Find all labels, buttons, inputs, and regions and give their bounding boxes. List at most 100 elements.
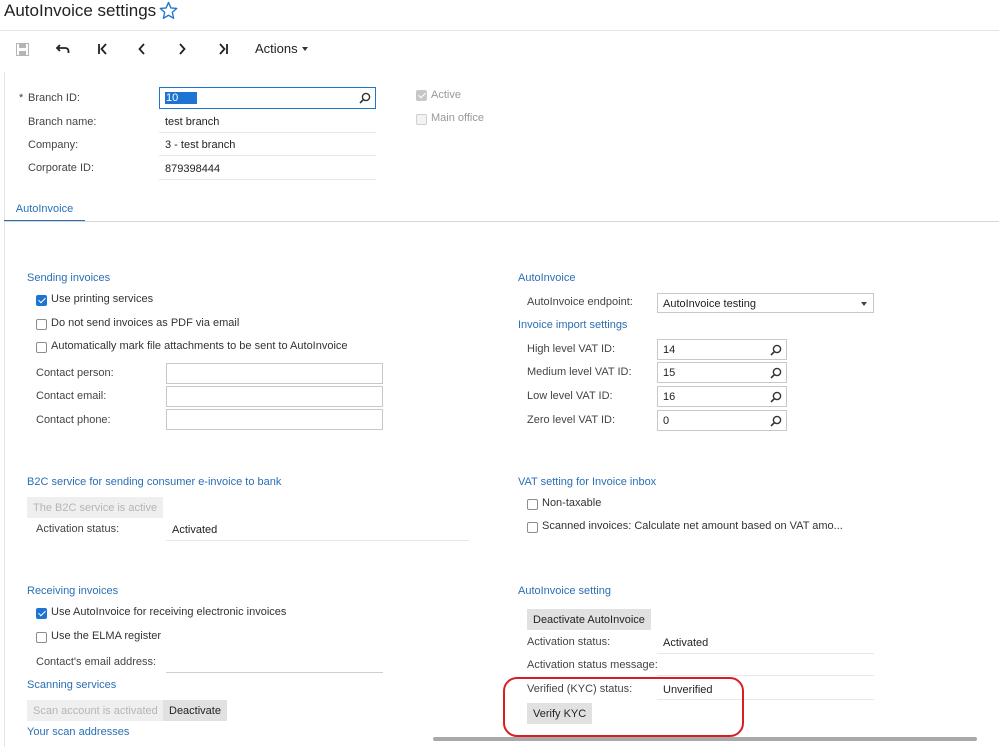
autoinvoice-setting-title: AutoInvoice setting — [518, 585, 611, 597]
endpoint-label: AutoInvoice endpoint: — [527, 296, 633, 308]
use-printing-label: Use printing services — [51, 293, 154, 305]
search-icon[interactable] — [770, 344, 782, 356]
actions-label: Actions — [255, 41, 298, 56]
b2c-status-value: Activated — [172, 524, 218, 536]
contact-email-address-label: Contact's email address: — [36, 656, 157, 668]
use-elma-checkbox[interactable] — [36, 632, 47, 643]
endpoint-value: AutoInvoice testing — [663, 298, 756, 310]
active-label: Active — [431, 89, 461, 101]
auto-mark-checkbox[interactable] — [36, 342, 47, 353]
high-vat-input[interactable]: 14 — [657, 339, 787, 360]
tab-divider — [4, 221, 999, 222]
field-underline — [166, 540, 469, 541]
first-record-icon — [98, 43, 107, 55]
low-vat-label: Low level VAT ID: — [527, 390, 613, 402]
first-record-button[interactable] — [92, 38, 114, 60]
active-checkbox[interactable] — [416, 90, 427, 101]
activation-status-label: Activation status: — [527, 636, 611, 648]
header-divider — [0, 30, 999, 31]
field-underline — [657, 653, 874, 654]
contact-person-label: Contact person: — [36, 367, 114, 379]
medium-vat-value: 15 — [663, 367, 676, 379]
auto-mark-label: Automatically mark file attachments to b… — [51, 340, 348, 352]
deactivate-autoinvoice-button[interactable]: Deactivate AutoInvoice — [527, 609, 651, 630]
b2c-title: B2C service for sending consumer e-invoi… — [27, 476, 282, 488]
non-taxable-checkbox[interactable] — [527, 499, 538, 510]
use-printing-checkbox[interactable] — [36, 295, 47, 306]
field-underline — [159, 179, 376, 180]
use-elma-label: Use the ELMA register — [51, 630, 162, 642]
field-underline — [159, 132, 376, 133]
contact-phone-label: Contact phone: — [36, 414, 111, 426]
page-title: AutoInvoice settings — [4, 1, 157, 20]
undo-button[interactable] — [52, 38, 74, 60]
save-icon — [15, 42, 29, 56]
search-icon[interactable] — [359, 92, 371, 104]
import-settings-title: Invoice import settings — [518, 319, 628, 331]
search-icon[interactable] — [770, 415, 782, 427]
next-record-button[interactable] — [171, 38, 193, 60]
medium-vat-input[interactable]: 15 — [657, 362, 787, 383]
field-underline — [159, 155, 376, 156]
non-taxable-label: Non-taxable — [542, 497, 602, 509]
favorite-star-icon[interactable] — [159, 1, 178, 20]
zero-vat-label: Zero level VAT ID: — [527, 414, 616, 426]
no-pdf-label: Do not send invoices as PDF via email — [51, 317, 240, 329]
company-value: 3 - test branch — [165, 139, 236, 151]
receiving-invoices-title: Receiving invoices — [27, 585, 119, 597]
autoinvoice-title: AutoInvoice — [518, 272, 576, 284]
scan-account-button[interactable]: Scan account is activated — [27, 700, 164, 721]
tab-autoinvoice[interactable]: AutoInvoice — [4, 198, 85, 222]
main-office-label: Main office — [431, 112, 484, 124]
use-autoinvoice-receiving-label: Use AutoInvoice for receiving electronic… — [51, 606, 287, 618]
search-icon[interactable] — [770, 367, 782, 379]
scanning-services-title: Scanning services — [27, 679, 117, 691]
required-asterisk: * — [19, 92, 24, 104]
no-pdf-checkbox[interactable] — [36, 319, 47, 330]
medium-vat-label: Medium level VAT ID: — [527, 366, 632, 378]
horizontal-scrollbar[interactable] — [433, 737, 977, 741]
last-record-button[interactable] — [212, 38, 234, 60]
actions-menu[interactable]: Actions — [255, 41, 308, 56]
low-vat-value: 16 — [663, 391, 676, 403]
deactivate-scan-button[interactable]: Deactivate — [163, 700, 227, 721]
field-underline — [657, 675, 874, 676]
chevron-right-icon — [179, 43, 186, 55]
form-panel — [4, 72, 999, 747]
b2c-active-button[interactable]: The B2C service is active — [27, 497, 164, 518]
endpoint-select[interactable]: AutoInvoice testing — [657, 293, 874, 313]
high-vat-value: 14 — [663, 344, 676, 356]
company-label: Company: — [28, 139, 79, 151]
scanned-invoices-checkbox[interactable] — [527, 522, 538, 533]
low-vat-input[interactable]: 16 — [657, 386, 787, 407]
vat-inbox-title: VAT setting for Invoice inbox — [518, 476, 657, 488]
corporate-id-value: 879398444 — [165, 163, 221, 175]
contact-email-address-input[interactable] — [166, 672, 383, 673]
activation-status-value: Activated — [663, 637, 709, 649]
contact-person-input[interactable] — [166, 363, 383, 384]
chevron-left-icon — [138, 43, 145, 55]
branch-id-input[interactable]: 10 — [159, 87, 376, 109]
save-button[interactable] — [11, 38, 33, 60]
previous-record-button[interactable] — [131, 38, 153, 60]
last-record-icon — [219, 43, 228, 55]
branch-id-value: 10 — [165, 92, 197, 104]
undo-icon — [56, 44, 70, 53]
main-office-checkbox[interactable] — [416, 114, 427, 125]
b2c-status-label: Activation status: — [36, 523, 120, 535]
activation-message-label: Activation status message: — [527, 659, 658, 671]
search-icon[interactable] — [770, 391, 782, 403]
branch-name-value: test branch — [165, 116, 220, 128]
branch-id-label: Branch ID: — [28, 92, 80, 104]
caret-down-icon — [861, 302, 867, 306]
branch-name-label: Branch name: — [28, 116, 97, 128]
high-vat-label: High level VAT ID: — [527, 343, 616, 355]
caret-down-icon — [301, 46, 308, 51]
contact-email-input[interactable] — [166, 386, 383, 407]
use-autoinvoice-receiving-checkbox[interactable] — [36, 608, 47, 619]
zero-vat-input[interactable]: 0 — [657, 410, 787, 431]
zero-vat-value: 0 — [663, 415, 670, 427]
contact-email-label: Contact email: — [36, 390, 107, 402]
contact-phone-input[interactable] — [166, 409, 383, 430]
scan-addresses-title: Your scan addresses — [27, 726, 130, 738]
